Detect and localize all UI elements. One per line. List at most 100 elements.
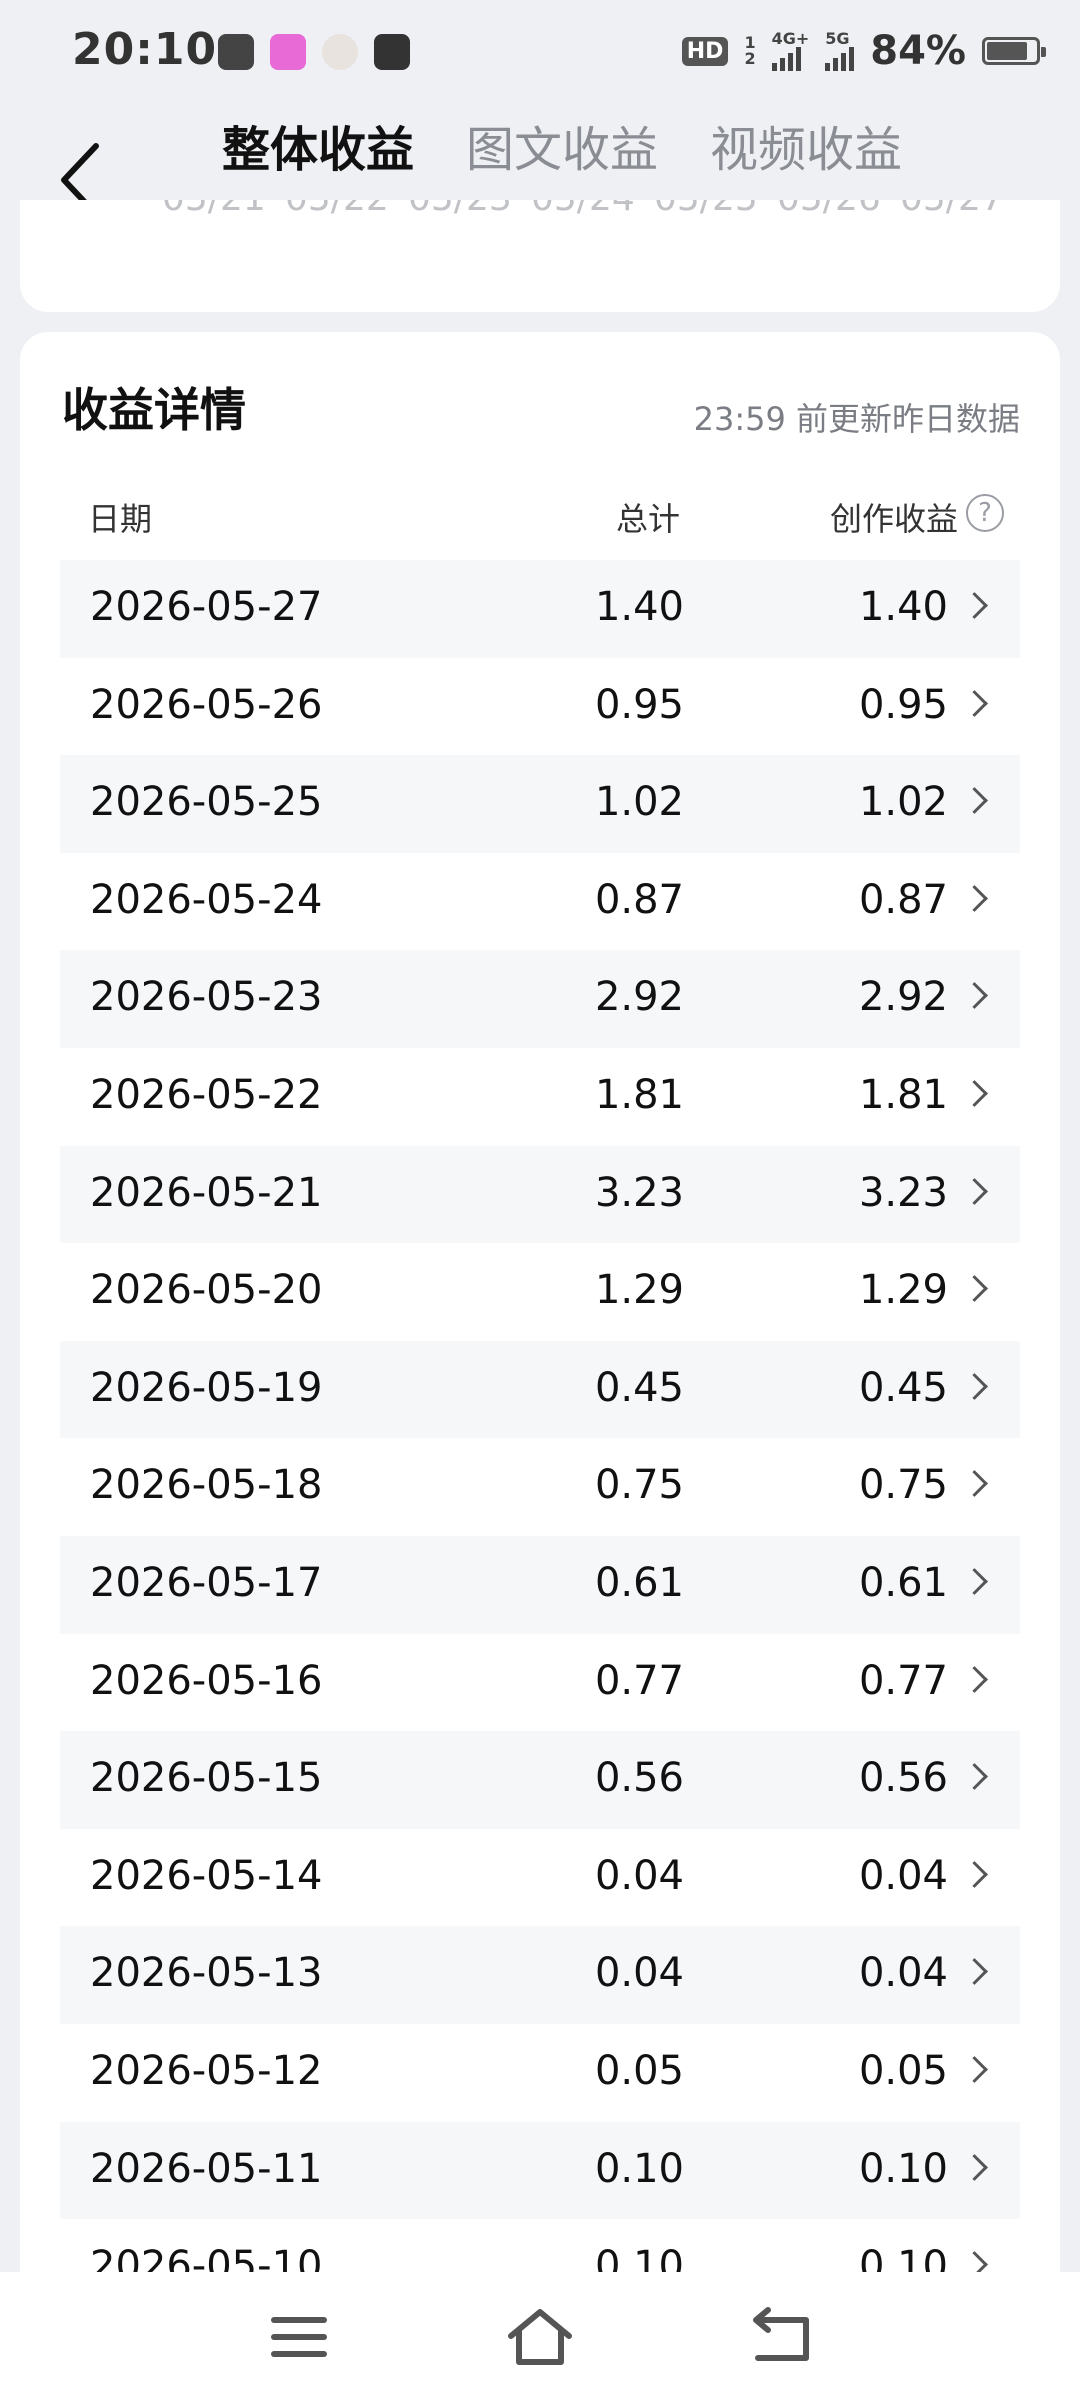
row-date: 2026-05-24	[90, 876, 323, 923]
row-total: 0.56	[594, 1755, 684, 1802]
row-date: 2026-05-18	[90, 1462, 323, 1509]
row-total: 1.02	[594, 779, 684, 826]
row-date: 2026-05-11	[90, 2145, 323, 2192]
row-date: 2026-05-13	[90, 1950, 323, 1997]
chevron-right-icon	[961, 689, 988, 717]
net-label-5g: 5G	[825, 29, 850, 48]
chevron-right-icon	[961, 1177, 988, 1205]
row-creation-income: 1.02	[858, 779, 948, 826]
table-row[interactable]: 2026-05-13 0.04 0.04	[60, 1926, 1020, 2024]
chevron-right-icon	[961, 1860, 988, 1888]
table-row[interactable]: 2026-05-17 0.61 0.61	[60, 1535, 1020, 1634]
camera-app-icon	[270, 34, 306, 70]
column-header-creation-income: 创作收益	[829, 500, 958, 538]
chevron-right-icon	[961, 884, 988, 912]
battery-icon	[982, 37, 1046, 65]
table-row[interactable]: 2026-05-25 1.02 1.02	[60, 755, 1020, 853]
table-row[interactable]: 2026-05-18 0.75 0.75	[60, 1438, 1020, 1536]
tab-article-income[interactable]: 图文收益	[466, 110, 658, 190]
row-date: 2026-05-23	[90, 974, 323, 1021]
table-row[interactable]: 2026-05-26 0.95 0.95	[60, 658, 1020, 756]
table-row[interactable]: 2026-05-19 0.45 0.45	[60, 1340, 1020, 1439]
column-header-date: 日期	[88, 500, 153, 538]
menu-button[interactable]	[264, 2302, 334, 2372]
row-date: 2026-05-16	[90, 1657, 323, 1704]
avatar-app-icon	[322, 34, 358, 70]
row-total: 0.10	[594, 2243, 684, 2272]
table-row[interactable]: 2026-05-21 3.23 3.23	[60, 1145, 1020, 1244]
table-row[interactable]: 2026-05-14 0.04 0.04	[60, 1829, 1020, 1927]
chevron-right-icon	[961, 1470, 988, 1498]
row-date: 2026-05-27	[90, 584, 323, 630]
table-row[interactable]: 2026-05-11 0.10 0.10	[60, 2121, 1020, 2220]
row-total: 0.61	[594, 1559, 684, 1606]
tab-video-income[interactable]: 视频收益	[710, 110, 902, 190]
sim-indicator: 1 2	[744, 33, 756, 68]
help-icon[interactable]: ?	[966, 494, 1004, 532]
row-creation-income: 1.29	[858, 1267, 948, 1314]
chevron-right-icon	[961, 1568, 988, 1595]
chevron-right-icon	[961, 592, 988, 619]
chevron-right-icon	[961, 1665, 988, 1693]
chart-x-axis: 05/21 05/22 05/23 05/24 05/25 05/26 05/2…	[162, 200, 1023, 219]
table-row[interactable]: 2026-05-27 1.40 1.40	[60, 560, 1020, 658]
chevron-right-icon	[961, 1763, 988, 1791]
table-header: 日期 总计 创作收益 ?	[60, 494, 1020, 544]
chevron-right-icon	[961, 787, 988, 815]
x-tick-label: 05/24	[531, 200, 654, 219]
row-date: 2026-05-10	[90, 2243, 323, 2272]
x-tick-label: 05/25	[654, 200, 777, 219]
home-icon	[508, 2309, 572, 2365]
table-row[interactable]: 2026-05-22 1.81 1.81	[60, 1048, 1020, 1146]
bag-app-icon	[374, 34, 410, 70]
row-date: 2026-05-20	[90, 1267, 323, 1314]
row-date: 2026-05-22	[90, 1071, 323, 1118]
battery-tip	[1041, 47, 1046, 57]
update-note: 23:59 前更新昨日数据	[693, 400, 1020, 438]
chevron-right-icon	[961, 1372, 988, 1400]
row-total: 2.92	[594, 974, 684, 1021]
row-total: 0.87	[594, 876, 684, 923]
row-creation-income: 0.56	[858, 1755, 948, 1802]
table-row[interactable]: 2026-05-15 0.56 0.56	[60, 1731, 1020, 1829]
net-label-4g: 4G+	[771, 29, 810, 48]
system-nav-bar	[0, 2272, 1080, 2400]
row-total: 1.81	[594, 1071, 684, 1118]
section-title: 收益详情	[62, 383, 246, 437]
table-row[interactable]: 2026-05-20 1.29 1.29	[60, 1243, 1020, 1341]
tab-overall-income[interactable]: 整体收益	[222, 110, 414, 190]
row-total: 0.05	[594, 2047, 684, 2094]
hd-badge: HD	[681, 36, 729, 66]
table-row[interactable]: 2026-05-10 0.10 0.10	[60, 2219, 1020, 2272]
row-creation-income: 0.87	[858, 876, 948, 923]
x-tick-label: 05/27	[900, 200, 1023, 219]
row-creation-income: 1.40	[858, 584, 948, 630]
status-indicators: HD 1 2 4G+ 5G 84%	[681, 28, 1046, 74]
row-creation-income: 0.75	[858, 1462, 948, 1509]
row-total: 3.23	[594, 1169, 684, 1216]
table-row[interactable]: 2026-05-24 0.87 0.87	[60, 853, 1020, 951]
row-date: 2026-05-25	[90, 779, 323, 826]
x-tick-label: 05/26	[777, 200, 900, 219]
row-creation-income: 0.10	[858, 2145, 948, 2192]
row-total: 1.40	[594, 584, 684, 630]
row-creation-income: 2.92	[858, 974, 948, 1021]
row-creation-income: 0.77	[858, 1657, 948, 1704]
row-total: 0.77	[594, 1657, 684, 1704]
row-date: 2026-05-15	[90, 1755, 323, 1802]
row-date: 2026-05-12	[90, 2047, 323, 2094]
table-row[interactable]: 2026-05-23 2.92 2.92	[60, 950, 1020, 1048]
row-date: 2026-05-14	[90, 1852, 323, 1899]
signal-4g-icon: 4G+	[771, 29, 810, 71]
toutiao-app-icon	[218, 34, 254, 70]
table-row[interactable]: 2026-05-16 0.77 0.77	[60, 1634, 1020, 1732]
row-date: 2026-05-26	[90, 681, 323, 728]
status-bar: 20:10 HD 1 2 4G+ 5G 84%	[0, 0, 1080, 110]
row-creation-income: 0.61	[858, 1559, 948, 1606]
table-row[interactable]: 2026-05-12 0.05 0.05	[60, 2024, 1020, 2122]
chevron-right-icon	[961, 2153, 988, 2181]
home-button[interactable]	[505, 2302, 575, 2372]
row-date: 2026-05-21	[90, 1169, 323, 1216]
back-nav-button[interactable]	[746, 2302, 816, 2372]
row-creation-income: 0.10	[858, 2243, 948, 2272]
